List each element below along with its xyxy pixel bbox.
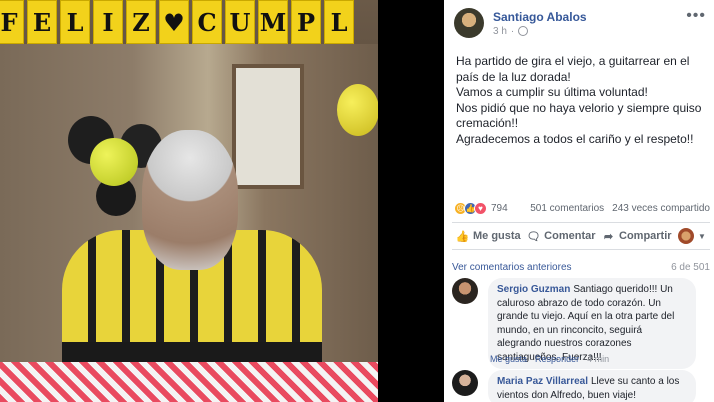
like-button[interactable]: 👍 Me gusta	[456, 230, 521, 243]
author-avatar[interactable]	[454, 8, 484, 38]
tablecloth	[0, 362, 378, 402]
more-options-icon[interactable]: •••	[686, 7, 706, 25]
balloon-yellow	[90, 138, 138, 186]
post-time[interactable]: 3 h	[493, 26, 507, 37]
banner-heart: ♥	[159, 0, 189, 44]
thumbs-up-icon: 👍	[455, 230, 470, 243]
comments-count[interactable]: 501 comentarios	[530, 203, 604, 214]
comment: Maria Paz Villarreal Lleve su canto a los…	[452, 370, 696, 402]
photo-door	[232, 64, 304, 189]
post-actions: 👍 Me gusta 🗨 Comentar ➦ Compartir ▼	[452, 222, 710, 250]
post-meta: 3 h ·	[493, 26, 587, 37]
post-panel: Santiago Abalos 3 h · ••• Ha partido de …	[444, 0, 714, 402]
post-photo[interactable]: F E L I Z ♥ C U M P L	[0, 0, 378, 402]
view-previous-comments-link[interactable]: Ver comentarios anteriores	[452, 262, 572, 273]
commenter-name[interactable]: Maria Paz Villarreal	[497, 376, 588, 387]
post-line: Nos pidió que no haya velorio y siempre …	[456, 100, 702, 131]
banner-letter: C	[192, 0, 222, 44]
banner-letter: L	[324, 0, 354, 44]
man-head	[142, 130, 238, 270]
profile-avatar	[678, 228, 695, 244]
author-name[interactable]: Santiago Abalos	[493, 10, 587, 24]
globe-icon	[518, 26, 529, 36]
comments-nav: Ver comentarios anteriores 6 de 501	[452, 262, 710, 273]
post-text: Ha partido de gira el viejo, a guitarrea…	[456, 54, 708, 147]
post-stats: ☹ 👍 ♥ 794 501 comentarios 243 veces comp…	[454, 200, 710, 216]
comment-bubble: Maria Paz Villarreal Lleve su canto a los…	[488, 370, 696, 402]
commenter-avatar[interactable]	[452, 370, 478, 396]
banner-letter: I	[93, 0, 123, 44]
comment-icon: 🗨	[526, 230, 541, 243]
banner-letter: E	[27, 0, 57, 44]
separator-dot: ·	[510, 25, 515, 37]
comment-text: Santiago querido!!! Un caluroso abrazo d…	[497, 284, 675, 363]
post-header: Santiago Abalos 3 h ·	[454, 8, 587, 38]
comment-time[interactable]: 4 min	[587, 354, 609, 364]
birthday-banner: F E L I Z ♥ C U M P L	[0, 0, 354, 46]
reactions-summary[interactable]: ☹ 👍 ♥	[454, 201, 487, 215]
post-line: Ha partido de gira el viejo, a guitarrea…	[456, 54, 690, 84]
balloon-yellow	[337, 84, 378, 136]
banner-letter: F	[0, 0, 24, 44]
comment-reply-link[interactable]: Responder	[535, 354, 579, 364]
banner-letter: U	[225, 0, 255, 44]
banner-letter: Z	[126, 0, 156, 44]
comment-like-link[interactable]: Me gusta	[490, 354, 527, 364]
photo-viewer-gap	[378, 0, 444, 402]
share-as-selector[interactable]: ▼	[678, 228, 706, 244]
love-reaction-icon: ♥	[474, 201, 487, 215]
commenter-name[interactable]: Sergio Guzman	[497, 284, 570, 295]
post-line: Agradecemos a todos el cariño y el respe…	[456, 131, 694, 146]
banner-letter: P	[291, 0, 321, 44]
share-label: Compartir	[619, 230, 672, 242]
commenter-avatar[interactable]	[452, 278, 478, 304]
banner-letter: L	[60, 0, 90, 44]
comment-label: Comentar	[544, 230, 596, 242]
comment-actions: Me gusta · Responder · 4 min	[490, 354, 609, 364]
chevron-down-icon: ▼	[698, 231, 706, 241]
reaction-count[interactable]: 794	[491, 203, 508, 214]
banner-letter: M	[258, 0, 288, 44]
share-button[interactable]: ➦ Compartir	[602, 230, 672, 243]
comment-button[interactable]: 🗨 Comentar	[526, 230, 596, 243]
post-line: Vamos a cumplir su última voluntad!	[456, 85, 648, 99]
like-label: Me gusta	[473, 230, 521, 242]
shares-count[interactable]: 243 veces compartido	[612, 203, 710, 214]
share-icon: ➦	[603, 230, 614, 243]
comment-position: 6 de 501	[671, 262, 710, 273]
